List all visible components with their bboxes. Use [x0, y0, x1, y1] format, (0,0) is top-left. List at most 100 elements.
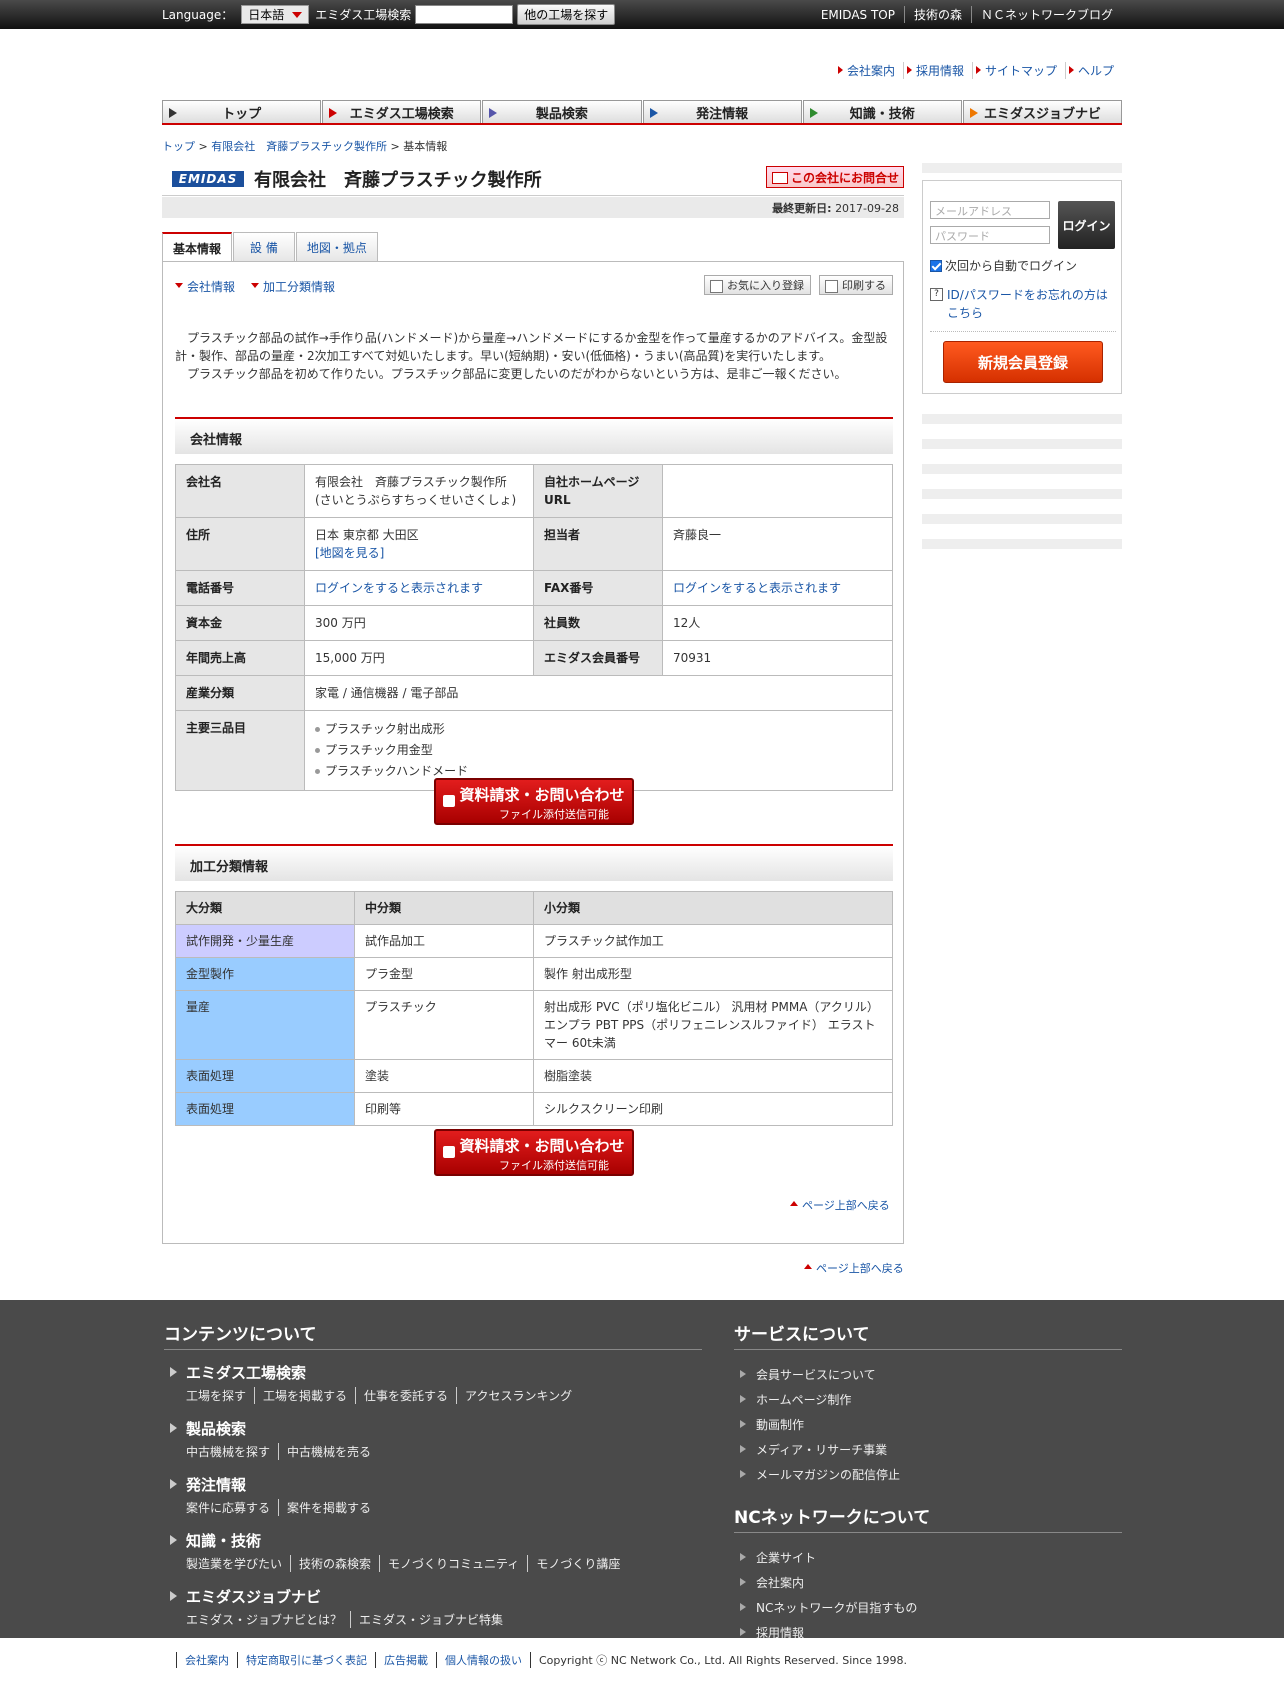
register-button[interactable]: 新規会員登録	[943, 341, 1103, 383]
top-bar: Language： 日本語 エミダス工場検索 他の工場を探す EMIDAS TO…	[0, 0, 1284, 29]
footer-section: 製品検索 中古機械を探す 中古機械を売る	[164, 1418, 702, 1460]
sidebar-bar	[922, 439, 1122, 449]
tab-map[interactable]: 地図・拠点	[295, 232, 378, 261]
footer-services: サービスについて 会員サービスについて ホームページ制作 動画制作 メディア・リ…	[734, 1320, 1122, 1645]
page-top-link[interactable]: ページ上部へ戻る	[790, 1197, 890, 1213]
page-top-link-outer[interactable]: ページ上部へ戻る	[804, 1260, 904, 1276]
table-row: 産業分類 家電 / 通信機器 / 電子部品	[175, 675, 893, 711]
auto-login-checkbox[interactable]: 次回から自動でログイン	[930, 257, 1077, 274]
breadcrumb-top[interactable]: トップ	[162, 140, 195, 153]
company-info-table: 会社名 有限会社 斉藤プラスチック製作所 (さいとうぷらすちっくせいさくしょ) 自…	[175, 464, 893, 791]
bottom-tokushoho-link[interactable]: 特定商取引に基づく表記	[237, 1652, 375, 1668]
print-button[interactable]: 印刷する	[819, 275, 893, 295]
footer-nc-list: 企業サイト 会社案内 NCネットワークが目指すもの 採用情報	[734, 1545, 1122, 1645]
password-field[interactable]: パスワード	[930, 226, 1050, 244]
footer-service-heading: サービスについて	[734, 1320, 1122, 1350]
table-row: 表面処理 塗装 樹脂塗装	[175, 1059, 893, 1093]
sitemap-link[interactable]: サイトマップ	[971, 62, 1065, 79]
footer-section: エミダス工場検索 工場を探す 工場を掲載する 仕事を委託する アクセスランキング	[164, 1362, 702, 1404]
chevron-down-icon	[292, 11, 303, 18]
login-box: メールアドレス パスワード ログイン 次回から自動でログイン ID/パスワードを…	[922, 180, 1122, 394]
company-info-heading: 会社情報	[175, 417, 893, 454]
triangle-right-icon	[649, 108, 658, 118]
table-header-row: 大分類 中分類 小分類	[175, 891, 893, 925]
processing-class-table: 大分類 中分類 小分類 試作開発・少量生産 試作品加工 プラスチック試作加工 金…	[175, 891, 893, 1126]
tab-equipment[interactable]: 設 備	[233, 232, 295, 261]
help-link[interactable]: ヘルプ	[1064, 62, 1122, 79]
forgot-password-link[interactable]: ID/パスワードをお忘れの方はこちら	[930, 286, 1116, 322]
breadcrumb-current: 基本情報	[403, 140, 448, 153]
table-row: 住所 日本 東京都 大田区 [地図を見る] 担当者 斉藤良一	[175, 517, 893, 571]
footer-service-list: 会員サービスについて ホームページ制作 動画制作 メディア・リサーチ事業 メール…	[734, 1362, 1122, 1487]
page-title: 有限会社 斉藤プラスチック製作所	[254, 169, 542, 191]
footer-contents: コンテンツについて エミダス工場検索 工場を探す 工場を掲載する 仕事を委託する アク…	[164, 1320, 702, 1642]
login-button[interactable]: ログイン	[1058, 201, 1115, 249]
global-nav: トップ エミダス工場検索 製品検索 発注情報 知識・技術 エミダスジョブナビ	[162, 100, 1123, 125]
company-title-bar: EMIDAS 有限会社 斉藤プラスチック製作所 この会社にお問合せ	[162, 162, 904, 196]
main-products-list: プラスチック射出成形 プラスチック用金型 プラスチックハンドメード	[315, 719, 882, 782]
emidas-logo: EMIDAS	[172, 170, 244, 187]
triangle-right-icon	[169, 108, 177, 118]
gnav-orders[interactable]: 発注情報	[642, 100, 802, 123]
table-row: 試作開発・少量生産 試作品加工 プラスチック試作加工	[175, 924, 893, 958]
list-item: プラスチック用金型	[315, 740, 882, 761]
gnav-factory-search[interactable]: エミダス工場検索	[322, 100, 482, 123]
language-label: Language：	[162, 8, 234, 22]
table-row: 金型製作 プラ金型 製作 射出成形型	[175, 957, 893, 991]
gnav-product-search[interactable]: 製品検索	[482, 100, 642, 123]
page-tools: お気に入り登録 印刷する	[696, 275, 893, 295]
footer-section: 知識・技術 製造業を学びたい 技術の森検索 モノづくりコミュニティ モノづくり講座	[164, 1530, 702, 1572]
triangle-right-icon	[329, 108, 338, 118]
bottom-privacy-link[interactable]: 個人情報の扱い	[436, 1652, 530, 1668]
footer-nc-heading: NCネットワークについて	[734, 1503, 1122, 1533]
recruit-link[interactable]: 採用情報	[902, 62, 972, 79]
divider	[930, 331, 1116, 332]
company-intro: プラスチック部品の試作→手作り品(ハンドメード)から量産→ハンドメードにするか金…	[175, 331, 888, 381]
phone-login-link[interactable]: ログインをすると表示されます	[315, 581, 483, 595]
add-favorite-button[interactable]: お気に入り登録	[704, 275, 811, 295]
bottom-bar: 会社案内 特定商取引に基づく表記 広告掲載 個人情報の扱い Copyright …	[0, 1638, 1284, 1682]
checkbox-icon	[930, 259, 942, 272]
gnav-knowledge[interactable]: 知識・技術	[802, 100, 962, 123]
map-link[interactable]: [地図を見る]	[315, 544, 523, 562]
inquiry-button[interactable]: この会社にお問合せ	[765, 166, 904, 188]
breadcrumb-company[interactable]: 有限会社 斉藤プラスチック製作所	[211, 140, 387, 153]
triangle-right-icon	[969, 108, 978, 118]
nc-network-blog-link[interactable]: ＮＣネットワークブログ	[970, 6, 1122, 23]
last-updated: 最終更新日: 2017-09-28	[162, 197, 904, 218]
copyright: Copyright ⓒ NC Network Co., Ltd. All Rig…	[530, 1652, 915, 1668]
emidas-top-link[interactable]: EMIDAS TOP	[812, 8, 904, 22]
factory-search-label: エミダス工場検索	[315, 8, 412, 22]
bottom-company-link[interactable]: 会社案内	[176, 1652, 237, 1668]
search-other-factories-button[interactable]: 他の工場を探す	[517, 4, 616, 25]
company-info-link[interactable]: 会社案内	[835, 62, 903, 79]
request-info-button-2[interactable]: 資料請求・お問い合わせ ファイル添付送信可能	[434, 1129, 634, 1176]
footer-contents-heading: コンテンツについて	[164, 1320, 702, 1350]
bottom-ads-link[interactable]: 広告掲載	[375, 1652, 436, 1668]
gijutsu-no-mori-link[interactable]: 技術の森	[903, 6, 971, 23]
utility-nav: 会社案内 採用情報 サイトマップ ヘルプ	[835, 62, 1122, 79]
language-select[interactable]: 日本語	[241, 5, 310, 24]
tab-basic-info[interactable]: 基本情報	[162, 232, 233, 262]
triangle-right-icon	[809, 108, 818, 118]
gnav-jobnavi[interactable]: エミダスジョブナビ	[962, 100, 1123, 123]
processing-class-heading: 加工分類情報	[175, 844, 893, 881]
sidebar-bar	[922, 464, 1122, 474]
footer-section: 発注情報 案件に応募する 案件を掲載する	[164, 1474, 702, 1516]
table-row: 資本金 300 万円 社員数 12人	[175, 605, 893, 641]
factory-search-input[interactable]	[415, 5, 514, 24]
sidebar-bar	[922, 539, 1122, 549]
sidebar	[922, 163, 1122, 173]
sidebar-bar	[922, 514, 1122, 524]
anchor-company-info[interactable]: 会社情報	[175, 278, 235, 295]
email-field[interactable]: メールアドレス	[930, 201, 1050, 219]
anchor-processing-class[interactable]: 加工分類情報	[251, 278, 335, 295]
sidebar-bar	[922, 163, 1122, 173]
footer-section: エミダスジョブナビ エミダス・ジョブナビとは？ エミダス・ジョブナビ特集	[164, 1586, 702, 1628]
footer: コンテンツについて エミダス工場検索 工場を探す 工場を掲載する 仕事を委託する アク…	[0, 1300, 1284, 1640]
fax-login-link[interactable]: ログインをすると表示されます	[673, 581, 841, 595]
request-info-button[interactable]: 資料請求・お問い合わせ ファイル添付送信可能	[434, 778, 634, 825]
main-panel: 会社情報 加工分類情報 お気に入り登録 印刷する プラスチック部品の試作→手作り…	[162, 261, 904, 1244]
gnav-top[interactable]: トップ	[162, 100, 322, 123]
sidebar-placeholders	[922, 414, 1122, 564]
